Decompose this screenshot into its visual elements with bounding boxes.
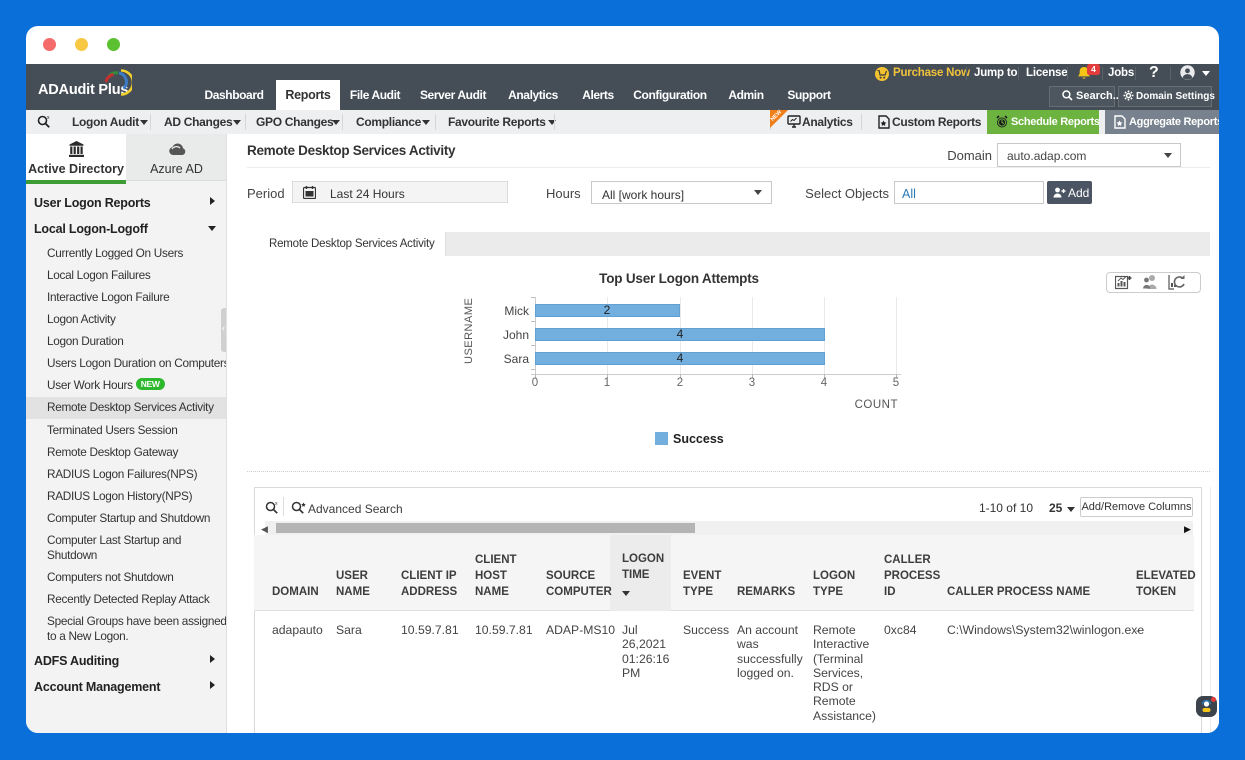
svg-text:x: x <box>47 115 50 121</box>
svg-text:x: x <box>275 501 278 507</box>
